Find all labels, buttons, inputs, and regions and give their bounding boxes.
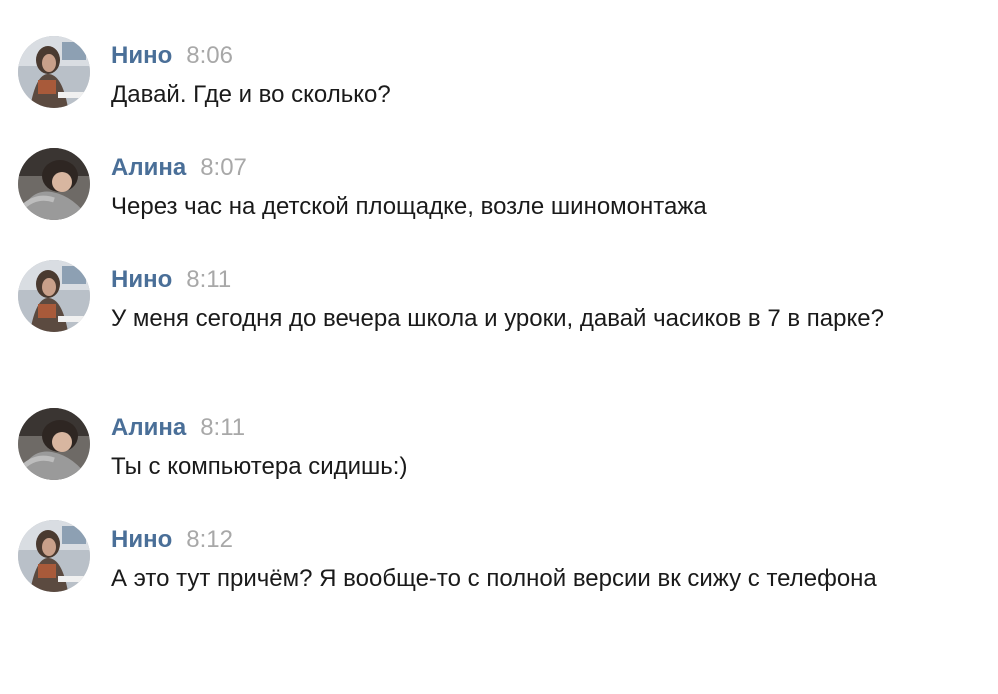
message-text: У меня сегодня до вечера школа и уроки, …	[111, 305, 884, 332]
message-time[interactable]: 8:12	[186, 526, 233, 553]
message-header: Алина 8:11	[111, 414, 245, 442]
avatar[interactable]	[18, 260, 90, 332]
message-text: Давай. Где и во сколько?	[111, 81, 391, 108]
avatar[interactable]	[18, 36, 90, 108]
message-text: Ты с компьютера сидишь:)	[111, 453, 408, 480]
author-name[interactable]: Алина	[111, 154, 186, 181]
avatar[interactable]	[18, 520, 90, 592]
author-name[interactable]: Нино	[111, 42, 172, 69]
message-time[interactable]: 8:11	[200, 414, 245, 441]
message-text: Через час на детской площадке, возле шин…	[111, 193, 707, 220]
author-name[interactable]: Нино	[111, 266, 172, 293]
message-header: Нино 8:12	[111, 526, 233, 554]
avatar-nino-image	[18, 260, 90, 332]
message-header: Нино 8:06	[111, 42, 233, 70]
avatar-alina-image	[18, 408, 90, 480]
message-time[interactable]: 8:11	[186, 266, 231, 293]
author-name[interactable]: Алина	[111, 414, 186, 441]
message-time[interactable]: 8:06	[186, 42, 233, 69]
avatar-nino-image	[18, 520, 90, 592]
message-header: Алина 8:07	[111, 154, 247, 182]
message-text: А это тут причём? Я вообще-то с полной в…	[111, 565, 877, 592]
avatar-nino-image	[18, 36, 90, 108]
avatar[interactable]	[18, 148, 90, 220]
author-name[interactable]: Нино	[111, 526, 172, 553]
message-header: Нино 8:11	[111, 266, 231, 294]
avatar-alina-image	[18, 148, 90, 220]
avatar[interactable]	[18, 408, 90, 480]
message-time[interactable]: 8:07	[200, 154, 247, 181]
